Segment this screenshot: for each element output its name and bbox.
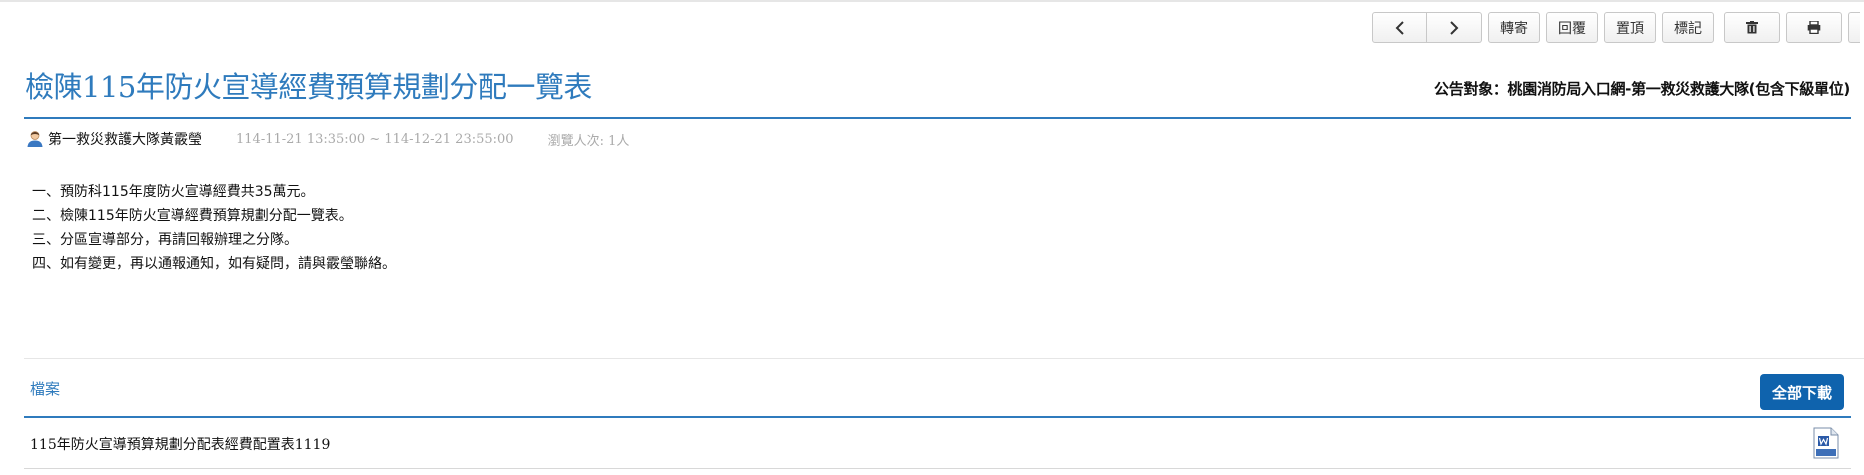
author-name: 第一救災救護大隊黃霰瑩 — [48, 132, 202, 148]
previous-button[interactable] — [1372, 12, 1427, 43]
chevron-right-icon — [1450, 20, 1459, 35]
trash-icon — [1746, 21, 1758, 34]
chevron-left-icon — [1395, 20, 1404, 35]
body-line: 四、如有變更，再以通報通知，如有疑問，請與霰瑩聯絡。 — [32, 256, 396, 272]
nav-button-group — [1372, 12, 1482, 43]
files-divider — [24, 416, 1851, 418]
download-all-button[interactable]: 全部下載 — [1760, 374, 1844, 410]
next-button[interactable] — [1427, 12, 1482, 43]
date-range: 114-11-21 13:35:00 ~ 114-12-21 23:55:00 — [236, 131, 514, 147]
doc-file-icon[interactable] — [1813, 427, 1839, 459]
audience-label: 公告對象：桃園消防局入口網-第一救災救護大隊(包含下級單位) — [1434, 80, 1850, 98]
pin-button[interactable]: 置頂 — [1604, 12, 1656, 43]
top-divider — [0, 0, 1864, 2]
mark-button[interactable]: 標記 — [1662, 12, 1714, 43]
body-line: 一、預防科115年度防火宣導經費共35萬元。 — [32, 184, 315, 200]
view-count: 瀏覽人次: 1人 — [547, 133, 630, 149]
printer-icon — [1807, 21, 1821, 34]
user-icon — [27, 131, 43, 147]
file-name[interactable]: 115年防火宣導預算規劃分配表經費配置表1119 — [30, 434, 330, 454]
title-divider — [24, 117, 1851, 119]
post-body: 一、預防科115年度防火宣導經費共35萬元。 二、檢陳115年防火宣導經費預算規… — [32, 180, 396, 276]
files-heading: 檔案 — [30, 380, 61, 398]
post-meta: 第一救災救護大隊黃霰瑩 114-11-21 13:35:00 ~ 114-12-… — [26, 129, 629, 149]
forward-button[interactable]: 轉寄 — [1488, 12, 1540, 43]
body-line: 三、分區宣導部分，再請回報辦理之分隊。 — [32, 232, 298, 248]
page-title: 檢陳115年防火宣導經費預算規劃分配一覽表 — [25, 70, 592, 104]
print-button[interactable] — [1786, 12, 1842, 43]
section-divider — [24, 358, 1864, 359]
more-button[interactable] — [1848, 12, 1860, 43]
reply-button[interactable]: 回覆 — [1546, 12, 1598, 43]
delete-button[interactable] — [1724, 12, 1780, 43]
row-divider — [24, 468, 1851, 469]
message-toolbar: 轉寄 回覆 置頂 標記 — [1372, 12, 1860, 43]
body-line: 二、檢陳115年防火宣導經費預算規劃分配一覽表。 — [32, 208, 353, 224]
